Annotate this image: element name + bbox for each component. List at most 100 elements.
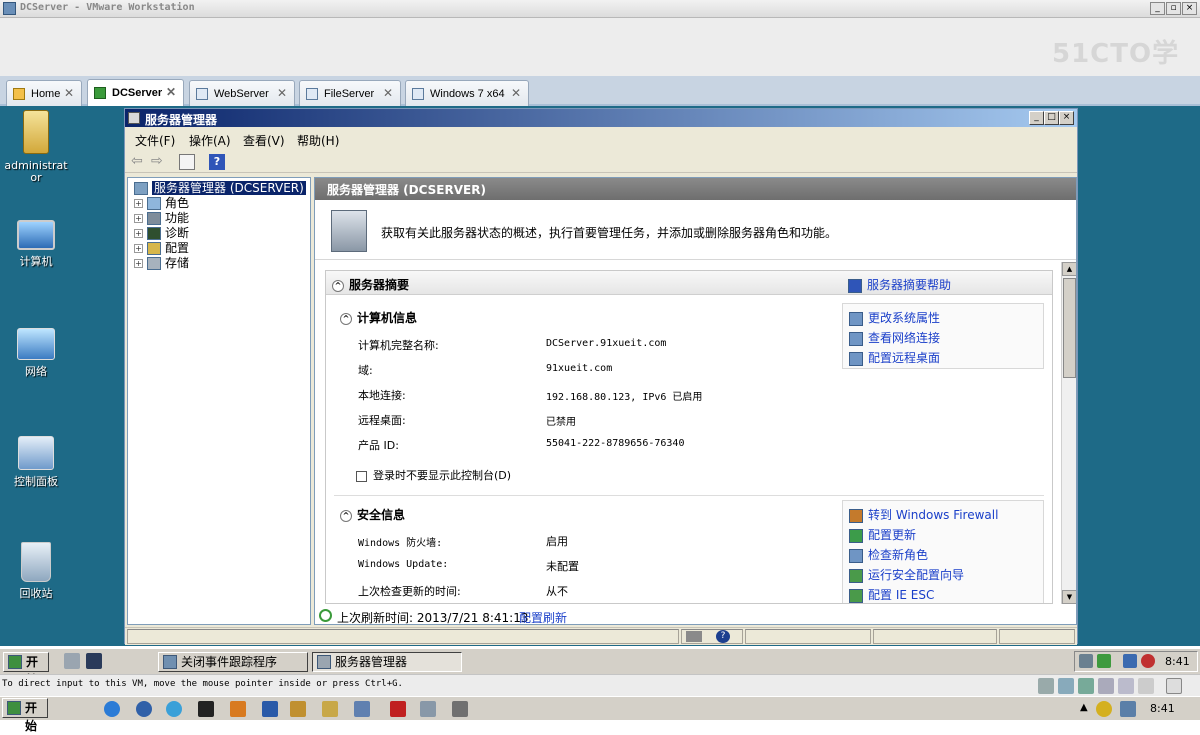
desktop-icon-user-folder[interactable]: administrat or	[0, 110, 72, 184]
package-icon[interactable]	[230, 701, 246, 717]
ie-icon[interactable]	[104, 701, 120, 717]
device-network-icon[interactable]	[1078, 678, 1094, 694]
tray-expand-icon[interactable]: ▲	[1080, 702, 1088, 713]
configure-updates-link[interactable]: 配置更新	[849, 526, 916, 543]
tree-item-configuration[interactable]: + 配置	[134, 241, 189, 256]
device-display-icon[interactable]	[1138, 678, 1154, 694]
forward-arrow-icon[interactable]: ⇨	[151, 154, 167, 170]
tray-volume-icon[interactable]	[1141, 654, 1155, 668]
help-icon[interactable]: ?	[209, 154, 225, 170]
expand-icon[interactable]: +	[134, 229, 143, 238]
tree-item-roles[interactable]: + 角色	[134, 196, 189, 211]
browser-icon[interactable]	[166, 701, 182, 717]
tree-item-server-manager[interactable]: 服务器管理器 (DCSERVER)	[134, 181, 306, 196]
tray-update-icon[interactable]	[1096, 701, 1112, 717]
close-button[interactable]: ×	[1059, 111, 1074, 125]
configure-remote-desktop-link[interactable]: 配置远程桌面	[849, 349, 940, 366]
show-hide-tree-icon[interactable]	[179, 154, 195, 170]
scroll-down-icon[interactable]: ▼	[1062, 590, 1076, 604]
desktop-icon-computer[interactable]: 计算机	[0, 220, 72, 268]
server-icon[interactable]	[452, 701, 468, 717]
window-icon[interactable]	[420, 701, 436, 717]
desktop-icon-network[interactable]: 网络	[0, 328, 72, 378]
expand-icon[interactable]: +	[134, 244, 143, 253]
scroll-up-icon[interactable]: ▲	[1062, 262, 1076, 276]
tray-security-icon[interactable]	[1097, 654, 1111, 668]
taskbar-server-manager[interactable]: 服务器管理器	[312, 652, 462, 672]
close-icon[interactable]: ✕	[511, 86, 521, 100]
close-icon[interactable]: ✕	[383, 86, 393, 100]
taskbar-shutdown-tracker[interactable]: 关闭事件跟踪程序	[158, 652, 308, 672]
close-icon[interactable]: ✕	[277, 86, 287, 100]
desktop-icon-control-panel[interactable]: 控制面板	[0, 436, 72, 488]
vertical-scrollbar[interactable]: ▲ ▼	[1061, 262, 1076, 604]
server-summary-title[interactable]: ^ 服务器摘要	[332, 276, 409, 293]
device-usb-icon[interactable]	[1098, 678, 1114, 694]
server-icon	[134, 182, 148, 195]
vmware-icon[interactable]	[354, 701, 370, 717]
scroll-thumb[interactable]	[1063, 278, 1076, 378]
dont-show-console-checkbox[interactable]: 登录时不要显示此控制台(D)	[356, 467, 511, 483]
back-arrow-icon[interactable]: ⇦	[131, 154, 147, 170]
tree-item-features[interactable]: + 功能	[134, 211, 189, 226]
device-cd-icon[interactable]	[1058, 678, 1074, 694]
refresh-icon	[319, 609, 332, 622]
collapse-icon[interactable]: ^	[332, 279, 344, 292]
tree-label: 功能	[165, 211, 190, 225]
tab-home[interactable]: Home ✕	[6, 80, 82, 106]
close-icon[interactable]: ✕	[64, 86, 74, 100]
tab-webserver[interactable]: WebServer ✕	[189, 80, 295, 106]
restore-button[interactable]: ▫	[1166, 2, 1181, 15]
server-manager-quicklaunch-icon[interactable]	[64, 653, 80, 669]
media-player-icon[interactable]	[136, 701, 152, 717]
close-button[interactable]: ×	[1182, 2, 1197, 15]
folder-icon[interactable]	[290, 701, 306, 717]
tab-windows7[interactable]: Windows 7 x64 ✕	[405, 80, 529, 106]
security-config-wizard-link[interactable]: 运行安全配置向导	[849, 566, 964, 583]
app-grid-icon[interactable]	[262, 701, 278, 717]
collapse-icon[interactable]: ^	[340, 312, 352, 325]
command-prompt-icon[interactable]	[86, 653, 102, 669]
view-network-connections-link[interactable]: 查看网络连接	[849, 329, 940, 346]
minimize-button[interactable]: _	[1029, 111, 1044, 125]
recorder-icon[interactable]	[390, 701, 406, 717]
tree-item-diagnostics[interactable]: + 诊断	[134, 226, 189, 241]
checkbox-icon[interactable]	[356, 470, 367, 482]
explorer-icon[interactable]	[322, 701, 338, 717]
menu-view[interactable]: 查看(V)	[243, 132, 285, 149]
tree-item-storage[interactable]: + 存储	[134, 256, 189, 271]
expand-icon[interactable]: +	[134, 214, 143, 223]
computer-info-title[interactable]: ^ 计算机信息	[340, 309, 417, 326]
qq-icon[interactable]	[198, 701, 214, 717]
security-info-title[interactable]: ^ 安全信息	[340, 506, 405, 523]
collapse-icon[interactable]: ^	[340, 509, 352, 522]
configure-refresh-link[interactable]: 配置刷新	[519, 609, 567, 624]
goto-windows-firewall-link[interactable]: 转到 Windows Firewall	[849, 506, 998, 523]
expand-icon[interactable]: +	[134, 259, 143, 268]
maximize-button[interactable]: □	[1044, 111, 1059, 125]
configure-ie-esc-link[interactable]: 配置 IE ESC	[849, 586, 934, 603]
tray-monitor-icon[interactable]	[1079, 654, 1093, 668]
summary-help-link[interactable]: 服务器摘要帮助	[848, 276, 951, 293]
device-message-icon[interactable]	[1166, 678, 1182, 694]
change-system-properties-link[interactable]: 更改系统属性	[849, 309, 940, 326]
expand-icon[interactable]: +	[134, 199, 143, 208]
host-start-button[interactable]: 开始	[2, 698, 48, 733]
minimize-button[interactable]: _	[1150, 2, 1165, 15]
menu-help[interactable]: 帮助(H)	[297, 132, 339, 149]
tab-fileserver[interactable]: FileServer ✕	[299, 80, 401, 106]
help-icon[interactable]: ?	[716, 630, 730, 643]
device-sound-icon[interactable]	[1118, 678, 1134, 694]
device-hdd-icon[interactable]	[1038, 678, 1054, 694]
menu-file[interactable]: 文件(F)	[135, 132, 175, 149]
menu-action[interactable]: 操作(A)	[189, 132, 231, 149]
desktop-icon-recycle-bin[interactable]: 回收站	[0, 542, 72, 600]
tray-network-icon[interactable]	[1120, 701, 1136, 717]
tab-dcserver[interactable]: DCServer ✕	[87, 79, 184, 107]
check-new-roles-link[interactable]: 检查新角色	[849, 546, 928, 563]
details-pane: 服务器管理器 (DCSERVER) 获取有关此服务器状态的概述，执行首要管理任务…	[314, 177, 1077, 625]
close-icon[interactable]: ✕	[166, 85, 176, 99]
guest-start-button[interactable]: 开始	[3, 652, 49, 687]
value-local-connection[interactable]: 192.168.80.123, IPv6 已启用	[546, 388, 702, 403]
tray-network-icon[interactable]	[1123, 654, 1137, 668]
